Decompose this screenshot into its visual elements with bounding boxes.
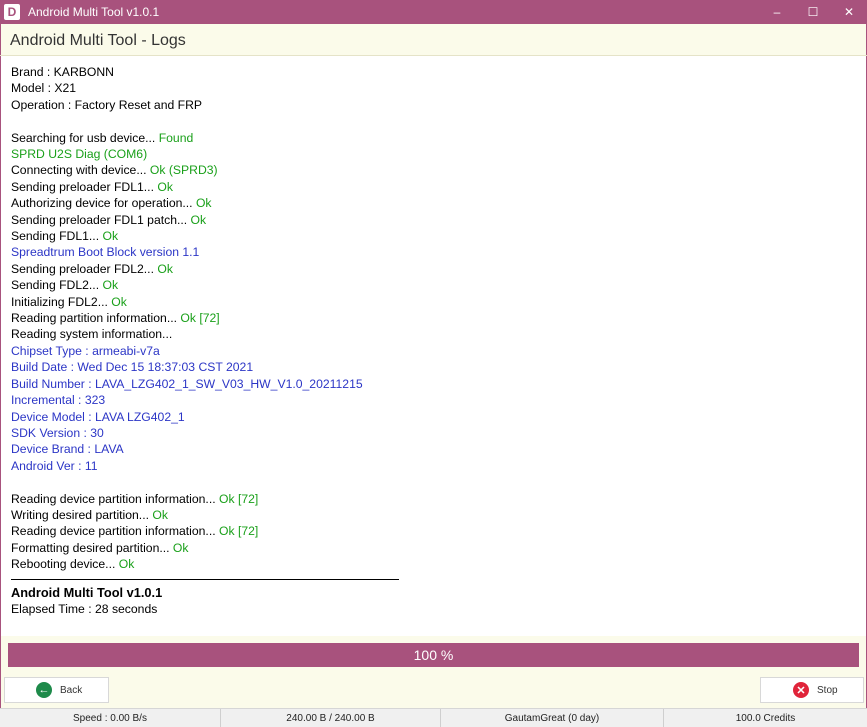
log-line-status: Ok [195, 196, 212, 211]
log-line-text: Searching for usb device... [11, 130, 159, 145]
maximize-button[interactable]: ☐ [795, 0, 831, 24]
stop-x-icon: ✕ [793, 682, 809, 698]
minimize-button[interactable]: – [759, 0, 795, 24]
log-line-status: Found [158, 130, 194, 145]
log-line-text: Reading device partition information... [11, 491, 219, 506]
status-credits: 100.0 Credits [735, 712, 796, 724]
progress-label: 100 % [413, 647, 454, 663]
log-line-text: Writing desired partition... [11, 507, 153, 522]
log-line-text: Authorizing device for operation... [11, 196, 196, 211]
log-line-text: Initializing FDL2... [11, 294, 112, 309]
log-footer-title: Android Multi Tool v1.0.1 [11, 584, 163, 600]
log-line: Reading system information... [11, 326, 856, 342]
log-line: SPRD U2S Diag (COM6) [11, 146, 856, 162]
status-transfer: 240.00 B / 240.00 B [221, 709, 441, 727]
log-line-status: Ok [152, 507, 168, 522]
log-operation: Operation : Factory Reset and FRP [11, 97, 203, 112]
log-line: Authorizing device for operation... Ok [11, 195, 856, 211]
page-title: Android Multi Tool - Logs [10, 32, 186, 49]
back-arrow-icon: ← [36, 682, 52, 698]
log-line: Sending FDL2... Ok [11, 277, 856, 293]
log-line-text: Rebooting device... [11, 557, 119, 572]
stop-button-label: Stop [817, 684, 838, 696]
log-line-status: Ok [72] [218, 524, 259, 539]
log-line: Sending FDL1... Ok [11, 228, 856, 244]
log-line: Android Ver : 11 [11, 458, 98, 473]
log-line: Reading device partition information... … [11, 523, 856, 539]
log-line: Incremental : 323 [11, 393, 106, 408]
window-title: Android Multi Tool v1.0.1 [28, 5, 160, 19]
log-elapsed-time: Elapsed Time : 28 seconds [11, 601, 158, 616]
close-button[interactable]: ✕ [831, 0, 867, 24]
log-line-text: Sending preloader FDL2... [11, 261, 158, 276]
log-line-status: Ok [172, 540, 189, 555]
window-controls: – ☐ ✕ [759, 0, 867, 24]
log-line: Spreadtrum Boot Block version 1.1 [11, 244, 856, 260]
log-line-text: Reading system information... [11, 327, 173, 342]
log-line-status: Ok [72] [180, 311, 220, 326]
log-line-text: Sending FDL1... [11, 229, 103, 244]
log-line: Chipset Type : armeabi-v7a [11, 343, 160, 358]
log-line-status: Ok [102, 278, 119, 293]
log-line: Sending preloader FDL2... Ok [11, 261, 856, 277]
log-line: Initializing FDL2... Ok [11, 294, 856, 310]
status-user: GautamGreat (0 day) [441, 709, 664, 727]
log-line: Device Model : LAVA LZG402_1 [11, 409, 185, 424]
log-line: Searching for usb device... Found [11, 130, 856, 146]
log-line-text: Sending preloader FDL1... [11, 179, 158, 194]
log-line-status: Ok [72] [218, 491, 259, 506]
log-line: Build Date : Wed Dec 15 18:37:03 CST 202… [11, 360, 254, 375]
status-speed: Speed : 0.00 B/s [0, 709, 221, 727]
log-line: Writing desired partition... Ok [11, 507, 856, 523]
title-bar: D Android Multi Tool v1.0.1 – ☐ ✕ [0, 0, 867, 24]
app-logo-icon: D [4, 4, 20, 20]
back-button-label: Back [60, 684, 83, 696]
log-line-status: Ok [111, 294, 127, 309]
log-line-status: SPRD U2S Diag (COM6) [11, 147, 148, 162]
log-line: Reading device partition information... … [11, 491, 856, 507]
log-model: Model : X21 [11, 81, 77, 96]
log-line-text: Spreadtrum Boot Block version 1.1 [11, 245, 200, 260]
stop-button[interactable]: ✕ Stop [760, 677, 864, 703]
log-separator [11, 578, 399, 580]
log-line-text: Connecting with device... [11, 163, 150, 178]
log-line: Connecting with device... Ok (SPRD3) [11, 162, 856, 178]
progress-bar: 100 % [8, 643, 859, 667]
log-line: Sending preloader FDL1... Ok [11, 179, 856, 195]
log-line-text: Reading partition information... [11, 311, 181, 326]
log-line: Reading partition information... Ok [72] [11, 310, 856, 326]
log-line: Sending preloader FDL1 patch... Ok [11, 212, 856, 228]
log-line-text: Reading device partition information... [11, 524, 219, 539]
log-line-text: Formatting desired partition... [11, 540, 173, 555]
log-line-status: Ok [157, 179, 173, 194]
log-line-text: Sending preloader FDL1 patch... [11, 212, 191, 227]
log-line: Device Brand : LAVA [11, 442, 124, 457]
log-brand: Brand : KARBONN [11, 65, 114, 79]
log-panel: Brand : KARBONN Model : X21 Operation : … [1, 56, 866, 636]
log-line-text: Sending FDL2... [11, 278, 103, 293]
back-button[interactable]: ← Back [4, 677, 109, 703]
status-bar: Speed : 0.00 B/s 240.00 B / 240.00 B Gau… [0, 708, 867, 727]
log-line: Build Number : LAVA_LZG402_1_SW_V03_HW_V… [11, 376, 363, 391]
log-line-status: Ok [102, 229, 119, 244]
log-line-status: Ok [190, 212, 207, 227]
log-line-status: Ok [118, 557, 135, 572]
log-line-status: Ok [157, 261, 173, 276]
log-line: Formatting desired partition... Ok [11, 540, 856, 556]
log-line: SDK Version : 30 [11, 425, 104, 440]
log-line: Rebooting device... Ok [11, 556, 856, 572]
log-line-status: Ok (SPRD3) [149, 163, 218, 178]
